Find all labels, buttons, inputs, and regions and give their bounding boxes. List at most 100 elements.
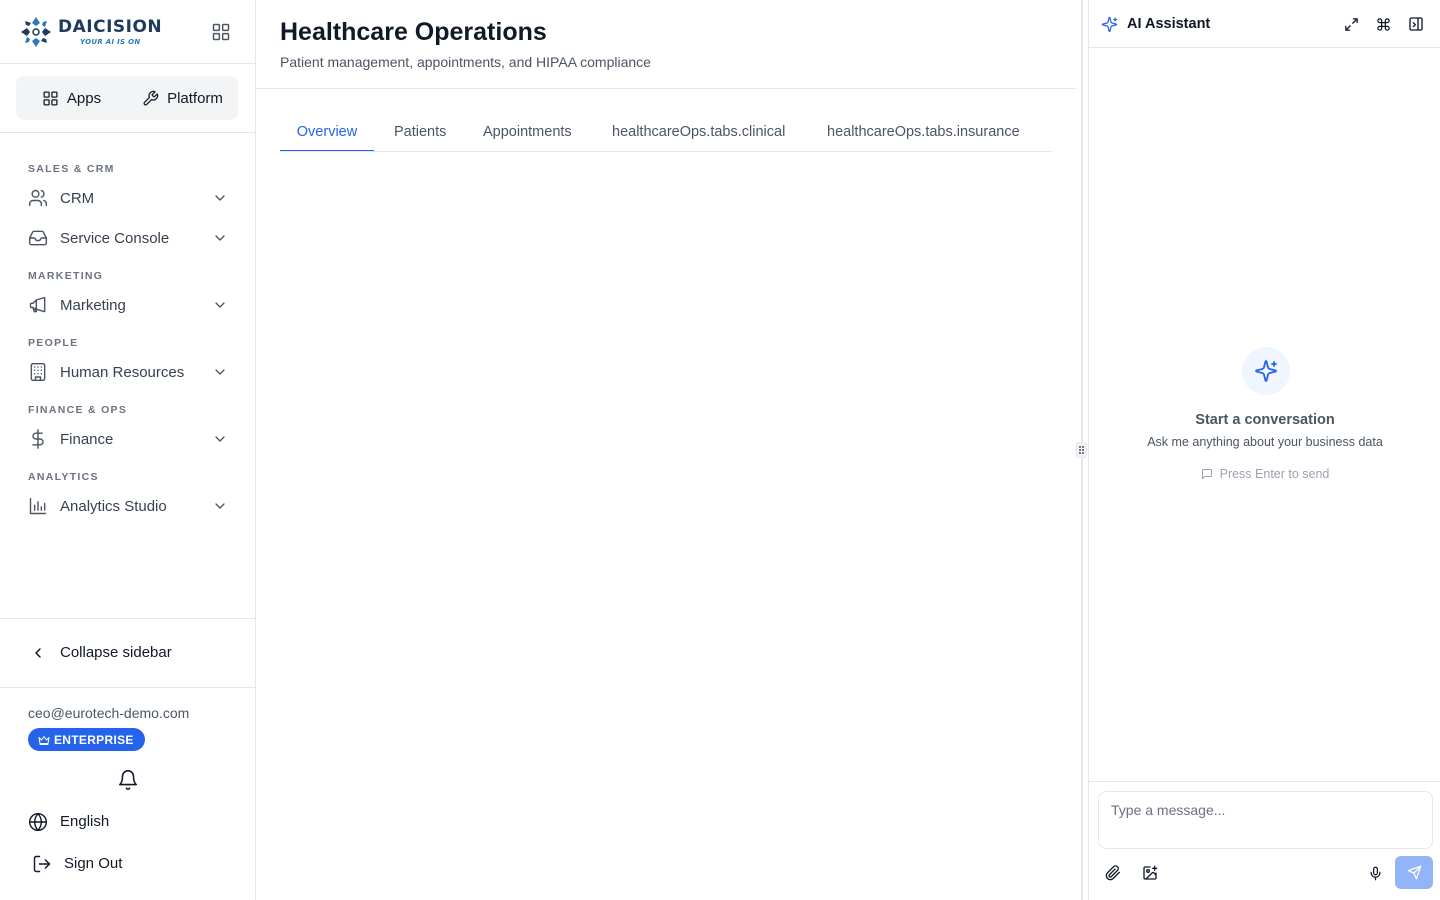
sidebar-item-label: Marketing <box>60 296 126 314</box>
logo-row: DAICISION YOUR AI IS ON <box>0 0 255 64</box>
message-composer <box>1089 781 1440 900</box>
platform-button[interactable]: Platform <box>127 76 238 120</box>
sidebar-item-label: Human Resources <box>60 363 185 381</box>
megaphone-icon <box>29 296 46 313</box>
page-header: Healthcare Operations Patient management… <box>256 0 1076 89</box>
attach-file-button[interactable] <box>1103 863 1123 883</box>
nav-section-analytics: ANALYTICS <box>28 471 99 483</box>
collapse-wrap: Collapse sidebar <box>0 618 255 688</box>
tab-clinical[interactable]: healthcareOps.tabs.clinical <box>612 112 785 151</box>
tab-insurance[interactable]: healthcareOps.tabs.insurance <box>827 112 1020 151</box>
chevron-down-icon <box>215 302 225 308</box>
ai-assistant-header: AI Assistant <box>1089 0 1440 48</box>
sidebar-item-finance[interactable]: Finance <box>16 421 240 457</box>
collapse-sidebar-label: Collapse sidebar <box>60 644 172 661</box>
sidebar-item-service-console[interactable]: Service Console <box>16 220 240 256</box>
sidebar-item-analytics-studio[interactable]: Analytics Studio <box>16 488 240 524</box>
panel-right-icon <box>1409 17 1423 31</box>
enter-hint-label: Press Enter to send <box>1219 467 1330 481</box>
tab-patients[interactable]: Patients <box>394 112 446 151</box>
image-plus-icon <box>1143 865 1158 880</box>
chevron-down-icon <box>215 195 225 201</box>
brand-logo[interactable]: DAICISION YOUR AI IS ON <box>18 14 162 50</box>
plan-badge-label: ENTERPRISE <box>54 732 134 747</box>
crown-icon <box>38 735 50 745</box>
brand-name: DAICISION <box>58 16 163 37</box>
building-icon <box>30 362 46 382</box>
sidebar-item-marketing[interactable]: Marketing <box>16 287 240 323</box>
sign-out-button[interactable]: Sign Out <box>16 846 240 882</box>
main-content: Healthcare Operations Patient management… <box>256 0 1076 900</box>
command-icon <box>1376 17 1390 31</box>
bar-chart-icon <box>29 497 47 515</box>
tab-overview[interactable]: Overview <box>280 112 374 151</box>
chevron-down-icon <box>215 369 225 375</box>
apps-button-label: Apps <box>66 89 102 107</box>
dollar-icon <box>32 429 44 449</box>
notifications-button[interactable] <box>117 769 139 791</box>
ai-assistant-panel: AI Assistant Start a conversation Ask me… <box>1088 0 1440 900</box>
message-input[interactable] <box>1098 791 1433 849</box>
send-button[interactable] <box>1395 856 1433 889</box>
empty-state-icon <box>1242 347 1290 395</box>
sidebar-item-label: Analytics Studio <box>60 497 167 515</box>
nav-section-marketing: MARKETING <box>28 270 104 282</box>
sign-out-label: Sign Out <box>64 855 123 872</box>
page-subtitle: Patient management, appointments, and HI… <box>280 54 651 70</box>
send-icon <box>1407 865 1421 880</box>
dock-panel-button[interactable] <box>1407 15 1425 33</box>
apps-button[interactable]: Apps <box>16 76 127 120</box>
mode-switcher-wrap: Apps Platform <box>0 64 255 133</box>
microphone-icon <box>1370 866 1380 880</box>
chevron-left-icon <box>35 648 41 658</box>
expand-button[interactable] <box>1342 15 1360 33</box>
user-email: ceo@eurotech-demo.com <box>28 705 190 721</box>
empty-state-subtitle: Ask me anything about your business data <box>1147 435 1383 449</box>
app-grid-button[interactable] <box>210 21 232 43</box>
ai-assistant-title: AI Assistant <box>1127 16 1211 32</box>
bell-icon <box>118 770 138 790</box>
mode-switcher: Apps Platform <box>16 76 238 120</box>
page-title: Healthcare Operations <box>280 18 547 46</box>
sidebar-item-label: Finance <box>60 430 114 448</box>
enter-hint: Press Enter to send <box>1089 467 1440 481</box>
empty-state-title: Start a conversation <box>1195 412 1335 428</box>
sparkles-icon <box>1255 360 1277 382</box>
plan-badge: ENTERPRISE <box>28 728 145 751</box>
app-root: DAICISION YOUR AI IS ON Apps Platform SA… <box>0 0 1440 900</box>
tab-appointments[interactable]: Appointments <box>483 112 572 151</box>
paperclip-icon <box>1105 865 1120 881</box>
wrench-icon <box>143 90 159 105</box>
grid-icon <box>212 23 230 41</box>
panel-resize-handle[interactable] <box>1076 442 1087 458</box>
attach-image-button[interactable] <box>1140 863 1160 883</box>
sidebar-item-label: CRM <box>60 189 95 207</box>
chevron-down-icon <box>215 503 225 509</box>
language-label: English <box>60 813 110 830</box>
collapse-sidebar-button[interactable]: Collapse sidebar <box>16 635 240 671</box>
logo-mark-icon <box>21 17 51 47</box>
language-selector[interactable]: English <box>16 804 240 840</box>
sidebar-item-label: Service Console <box>60 229 170 247</box>
nav-section-sales-crm: SALES & CRM <box>28 163 115 175</box>
sidebar-item-crm[interactable]: CRM <box>16 180 240 216</box>
platform-button-label: Platform <box>167 89 223 107</box>
brand-tagline: YOUR AI IS ON <box>80 37 141 46</box>
maximize-icon <box>1344 17 1358 31</box>
nav-section-people: PEOPLE <box>28 337 79 349</box>
globe-icon <box>28 812 48 832</box>
sidebar-item-human-resources[interactable]: Human Resources <box>16 354 240 390</box>
inbox-icon <box>28 230 48 246</box>
sidebar: DAICISION YOUR AI IS ON Apps Platform SA… <box>0 0 256 900</box>
message-square-icon <box>1201 469 1212 479</box>
sparkles-icon <box>1101 16 1118 33</box>
users-icon <box>28 189 48 207</box>
chevron-down-icon <box>215 436 225 442</box>
nav-section-finance-ops: FINANCE & OPS <box>28 404 128 416</box>
tab-bar: Overview Patients Appointments healthcar… <box>280 112 1052 152</box>
grid-icon <box>43 90 58 106</box>
log-out-icon <box>33 855 51 873</box>
chevron-down-icon <box>215 235 225 241</box>
voice-input-button[interactable] <box>1365 863 1385 883</box>
shortcut-button[interactable] <box>1374 15 1392 33</box>
